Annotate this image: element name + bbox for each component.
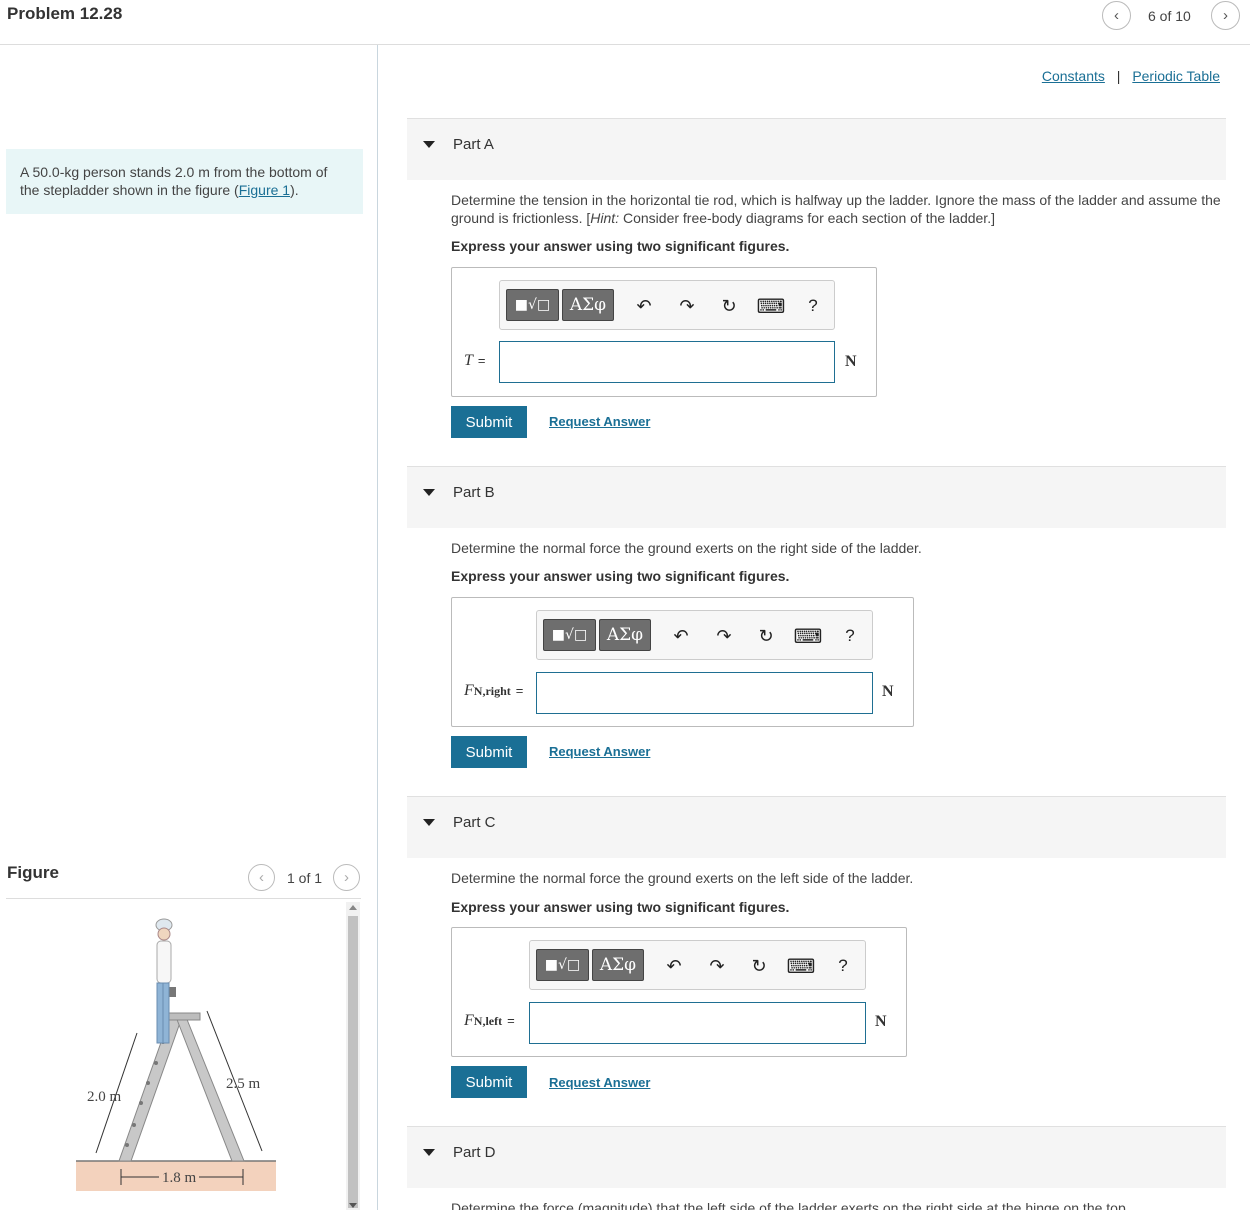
part-a-header[interactable]: Part A — [407, 118, 1226, 180]
part-a-label: Part A — [453, 136, 494, 153]
part-c-unit: N — [875, 1013, 887, 1030]
redo-icon[interactable]: ↷ — [675, 295, 699, 317]
part-a-answer-box: ■√□ ΑΣφ ↶ ↷ ↻ ⌨ ? T = N — [451, 267, 877, 397]
part-a-question: Determine the tension in the horizontal … — [451, 192, 1221, 226]
greek-symbols-button[interactable]: ΑΣφ — [592, 949, 644, 981]
caret-down-icon — [423, 1149, 435, 1156]
figure-scrollbar[interactable] — [346, 902, 360, 1210]
part-b-unit: N — [882, 683, 894, 700]
problem-page-indicator: 6 of 10 — [1148, 8, 1191, 24]
reset-icon[interactable]: ↻ — [754, 625, 778, 647]
part-b-request-answer-link[interactable]: Request Answer — [549, 744, 650, 759]
part-a-math-toolbar: ■√□ ΑΣφ ↶ ↷ ↻ ⌨ ? — [499, 280, 835, 330]
redo-icon[interactable]: ↷ — [712, 625, 736, 647]
part-a-request-answer-link[interactable]: Request Answer — [549, 414, 650, 429]
periodic-table-link[interactable]: Periodic Table — [1132, 68, 1220, 84]
figure-divider — [6, 898, 361, 899]
top-bar: Problem 12.28 ‹ 6 of 10 › — [0, 0, 1250, 45]
help-icon[interactable]: ? — [838, 625, 862, 647]
greek-symbols-button[interactable]: ΑΣφ — [562, 289, 614, 321]
part-c-request-answer-link[interactable]: Request Answer — [549, 1075, 650, 1090]
left-length-label: 2.0 m — [87, 1089, 122, 1105]
part-b-question: Determine the normal force the ground ex… — [451, 540, 922, 556]
redo-icon[interactable]: ↷ — [705, 955, 729, 977]
part-a-instruction: Express your answer using two significan… — [451, 238, 790, 254]
hint-label: Hint: — [590, 210, 620, 226]
links-separator: | — [1116, 68, 1121, 84]
part-b-submit-button[interactable]: Submit — [451, 736, 527, 768]
part-c-answer-input[interactable] — [529, 1002, 866, 1044]
templates-button[interactable]: ■√□ — [536, 949, 589, 981]
panel-divider — [377, 45, 378, 1210]
right-length-label: 2.5 m — [226, 1076, 261, 1092]
part-b-label: Part B — [453, 484, 495, 501]
reset-icon[interactable]: ↻ — [747, 955, 771, 977]
part-a-submit-button[interactable]: Submit — [451, 406, 527, 438]
part-a-answer-input[interactable] — [499, 341, 835, 383]
part-a-unit: N — [845, 353, 857, 370]
part-c-submit-button[interactable]: Submit — [451, 1066, 527, 1098]
caret-down-icon — [423, 141, 435, 148]
templates-button[interactable]: ■√□ — [506, 289, 559, 321]
problem-statement: A 50.0-kg person stands 2.0 m from the b… — [6, 149, 363, 214]
undo-icon[interactable]: ↶ — [669, 625, 693, 647]
scroll-thumb[interactable] — [348, 916, 358, 1208]
part-c-question: Determine the normal force the ground ex… — [451, 870, 914, 886]
keyboard-icon[interactable]: ⌨ — [787, 955, 816, 978]
part-c-header[interactable]: Part C — [407, 796, 1226, 858]
help-icon[interactable]: ? — [801, 295, 825, 317]
greek-symbols-button[interactable]: ΑΣφ — [599, 619, 651, 651]
chevron-right-icon: › — [344, 869, 349, 886]
chevron-right-icon: › — [1223, 7, 1228, 24]
part-b-header[interactable]: Part B — [407, 466, 1226, 528]
problem-title: Problem 12.28 — [7, 4, 123, 23]
next-problem-button[interactable]: › — [1211, 1, 1240, 30]
previous-problem-button[interactable]: ‹ — [1102, 1, 1131, 30]
figure-link[interactable]: Figure 1 — [239, 182, 290, 198]
part-a-variable-label: T = — [464, 352, 486, 369]
problem-text-end: ). — [290, 182, 299, 198]
part-c-instruction: Express your answer using two significan… — [451, 899, 790, 915]
part-c-math-toolbar: ■√□ ΑΣφ ↶ ↷ ↻ ⌨ ? — [529, 940, 866, 990]
chevron-left-icon: ‹ — [1114, 7, 1119, 24]
part-b-answer-input[interactable] — [536, 672, 873, 714]
help-icon[interactable]: ? — [831, 955, 855, 977]
part-b-variable-label: FN,right = — [464, 682, 524, 699]
part-d-label: Part D — [453, 1144, 496, 1161]
part-c-answer-box: ■√□ ΑΣφ ↶ ↷ ↻ ⌨ ? FN,left = N — [451, 927, 907, 1057]
figure-prev-button[interactable]: ‹ — [248, 864, 275, 891]
reset-icon[interactable]: ↻ — [717, 295, 741, 317]
part-d-question: Determine the force (magnitude) that the… — [451, 1200, 1130, 1210]
base-width-label: 1.8 m — [159, 1170, 200, 1187]
scroll-down-icon[interactable] — [349, 1203, 357, 1208]
constants-link[interactable]: Constants — [1042, 68, 1105, 84]
keyboard-icon[interactable]: ⌨ — [794, 625, 823, 648]
part-b-answer-box: ■√□ ΑΣφ ↶ ↷ ↻ ⌨ ? FN,right = N — [451, 597, 914, 727]
ladder-left-leg — [118, 1016, 183, 1162]
scroll-up-icon[interactable] — [349, 905, 357, 910]
part-c-variable-label: FN,left = — [464, 1012, 515, 1029]
chevron-left-icon: ‹ — [259, 869, 264, 886]
part-d-header[interactable]: Part D — [407, 1126, 1226, 1188]
figure-page-indicator: 1 of 1 — [287, 870, 323, 886]
undo-icon[interactable]: ↶ — [662, 955, 686, 977]
part-c-label: Part C — [453, 814, 496, 831]
stepladder-figure — [76, 918, 276, 1191]
caret-down-icon — [423, 819, 435, 826]
undo-icon[interactable]: ↶ — [632, 295, 656, 317]
resources-links: Constants | Periodic Table — [1042, 68, 1220, 84]
figure-title: Figure — [7, 863, 59, 882]
keyboard-icon[interactable]: ⌨ — [757, 295, 786, 318]
part-b-math-toolbar: ■√□ ΑΣφ ↶ ↷ ↻ ⌨ ? — [536, 610, 873, 660]
templates-button[interactable]: ■√□ — [543, 619, 596, 651]
figure-next-button[interactable]: › — [333, 864, 360, 891]
part-b-instruction: Express your answer using two significan… — [451, 568, 790, 584]
caret-down-icon — [423, 489, 435, 496]
